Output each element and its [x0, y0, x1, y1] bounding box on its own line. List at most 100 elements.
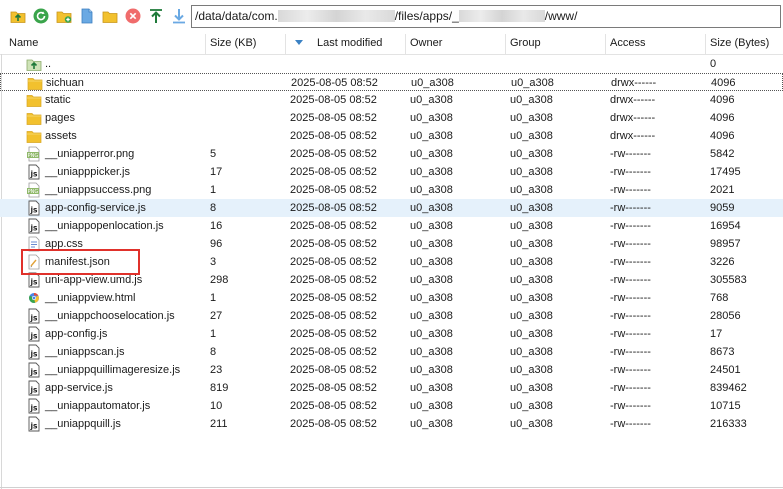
parent-directory-button[interactable] — [9, 7, 27, 25]
svg-text:js: js — [29, 170, 38, 179]
file-owner: u0_a308 — [410, 184, 453, 196]
column-group[interactable]: Group — [506, 34, 606, 54]
svg-text:PNG: PNG — [28, 189, 39, 195]
file-owner: u0_a308 — [410, 130, 453, 142]
parent-dir-icon — [26, 56, 42, 72]
file-group: u0_a308 — [510, 238, 553, 250]
file-access: -rw------- — [610, 202, 651, 214]
file-row[interactable]: PNG __uniappsuccess.png 1 2025-08-05 08:52 u… — [0, 181, 783, 199]
panel-border — [0, 487, 783, 488]
file-row[interactable]: js __uniappautomator.js 10 2025-08-05 08:52… — [0, 397, 783, 415]
file-row[interactable]: js __uniappquillimageresize.js 23 2025-08-0… — [0, 361, 783, 379]
js-file-icon: js — [26, 398, 42, 414]
file-row[interactable]: __uniappview.html 1 2025-08-05 08:52 u0_a30… — [0, 289, 783, 307]
file-owner: u0_a308 — [411, 77, 454, 89]
file-last-modified: 2025-08-05 08:52 — [290, 130, 377, 142]
file-group: u0_a308 — [510, 184, 553, 196]
file-size-kb: 1 — [210, 184, 217, 196]
file-group: u0_a308 — [510, 202, 553, 214]
file-size-kb: 17 — [210, 166, 223, 178]
file-last-modified: 2025-08-05 08:52 — [290, 328, 377, 340]
file-access: drwx------ — [611, 77, 657, 89]
html-file-icon — [26, 290, 42, 306]
file-row[interactable]: js __uniappscan.js 8 2025-08-05 08:52 u0_a30… — [0, 343, 783, 361]
file-size-bytes: 4096 — [711, 77, 736, 89]
file-row[interactable]: js app-config.js 1 2025-08-05 08:52 u0_a308 u… — [0, 325, 783, 343]
new-file-icon — [81, 8, 93, 24]
file-last-modified: 2025-08-05 08:52 — [290, 148, 377, 160]
upload-button[interactable] — [147, 7, 165, 25]
column-last-modified[interactable]: Last modified — [313, 34, 405, 54]
file-row[interactable]: assets 2025-08-05 08:52 u0_a308 u0_a308 drwx… — [0, 127, 783, 145]
file-size-bytes: 28056 — [710, 310, 741, 322]
svg-text:js: js — [29, 278, 38, 287]
file-row[interactable]: js app-config-service.js 8 2025-08-05 08:52… — [0, 199, 783, 217]
js-file-icon: js — [26, 164, 42, 180]
file-row[interactable]: js __uniappopenlocation.js 16 2025-08-05 08… — [0, 217, 783, 235]
delete-button[interactable] — [124, 7, 142, 25]
new-file-button[interactable] — [78, 7, 96, 25]
file-access: -rw------- — [610, 256, 651, 268]
file-access: drwx------ — [610, 94, 656, 106]
path-prefix: /data/data/com. — [195, 9, 278, 23]
parent-directory-row[interactable]: .. 0 — [0, 55, 783, 73]
file-size-kb: 10 — [210, 400, 223, 412]
file-last-modified: 2025-08-05 08:52 — [290, 418, 377, 430]
column-access[interactable]: Access — [606, 34, 706, 54]
file-row[interactable]: sichuan 2025-08-05 08:52 u0_a308 u0_a308 drw… — [0, 73, 783, 91]
file-row[interactable]: js __uniappquill.js 211 2025-08-05 08:52 u0_… — [0, 415, 783, 433]
svg-text:PNG: PNG — [28, 153, 39, 159]
file-group: u0_a308 — [511, 77, 554, 89]
refresh-button[interactable] — [32, 7, 50, 25]
column-size-kb[interactable]: Size (KB) — [206, 34, 286, 54]
file-name: __uniapppicker.js — [45, 166, 131, 178]
file-owner: u0_a308 — [410, 382, 453, 394]
open-folder-button[interactable] — [101, 7, 119, 25]
file-size-kb: 3 — [210, 256, 217, 268]
svg-text:js: js — [29, 314, 38, 323]
column-owner[interactable]: Owner — [406, 34, 506, 54]
file-owner: u0_a308 — [410, 112, 453, 124]
column-size-bytes[interactable]: Size (Bytes) — [706, 34, 783, 54]
file-row[interactable]: pages 2025-08-05 08:52 u0_a308 u0_a308 drwx-… — [0, 109, 783, 127]
new-folder-button[interactable] — [55, 7, 73, 25]
file-name: sichuan — [46, 77, 84, 89]
file-size-kb: 819 — [210, 382, 229, 394]
file-access: -rw------- — [610, 274, 651, 286]
file-row[interactable]: static 2025-08-05 08:52 u0_a308 u0_a308 drwx… — [0, 91, 783, 109]
folder-icon — [27, 75, 43, 91]
column-name[interactable]: Name — [5, 34, 205, 54]
file-size-bytes: 24501 — [710, 364, 741, 376]
file-size-kb: 23 — [210, 364, 223, 376]
download-button[interactable] — [170, 7, 188, 25]
file-size-bytes: 839462 — [710, 382, 747, 394]
file-owner: u0_a308 — [410, 292, 453, 304]
file-access: -rw------- — [610, 364, 651, 376]
column-divider[interactable] — [285, 34, 286, 54]
file-last-modified: 2025-08-05 08:52 — [290, 292, 377, 304]
file-group: u0_a308 — [510, 364, 553, 376]
folder-icon — [26, 110, 42, 126]
file-row[interactable]: js __uniappchooselocation.js 27 2025-08-05 … — [0, 307, 783, 325]
svg-text:js: js — [29, 332, 38, 341]
file-size-bytes: 5842 — [710, 148, 735, 160]
file-size-kb: 96 — [210, 238, 223, 250]
annotation-highlight-box — [21, 249, 140, 275]
js-file-icon: js — [26, 218, 42, 234]
new-folder-icon — [56, 11, 72, 23]
file-size-bytes: 8673 — [710, 346, 735, 358]
file-group: u0_a308 — [510, 346, 553, 358]
path-input[interactable]: /data/data/com. /files/apps/_ /www/ — [191, 5, 781, 28]
svg-text:js: js — [29, 404, 38, 413]
file-size-kb: 8 — [210, 202, 217, 214]
file-row[interactable]: PNG __uniapperror.png 5 2025-08-05 08:52 u0_… — [0, 145, 783, 163]
file-row[interactable]: js __uniapppicker.js 17 2025-08-05 08:52 u0_… — [0, 163, 783, 181]
file-row[interactable]: js app-service.js 819 2025-08-05 08:52 u0_a3… — [0, 379, 783, 397]
file-owner: u0_a308 — [410, 328, 453, 340]
js-file-icon: js — [26, 200, 42, 216]
file-owner: u0_a308 — [410, 220, 453, 232]
file-size-bytes: 10715 — [710, 400, 741, 412]
file-name: __uniapperror.png — [45, 148, 135, 160]
file-size-kb: 1 — [210, 292, 217, 304]
file-access: -rw------- — [610, 292, 651, 304]
